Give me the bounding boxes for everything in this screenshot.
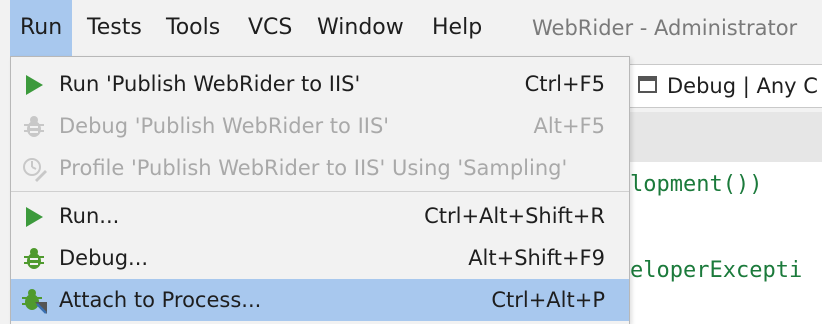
menu-item-shortcut: Alt+F5	[533, 114, 605, 138]
menu-window[interactable]: Window	[307, 0, 414, 56]
menu-vcs[interactable]: VCS	[238, 0, 302, 56]
menu-item-debug-publish[interactable]: Debug 'Publish WebRider to IIS' Alt+F5	[11, 105, 629, 147]
attach-process-icon	[22, 289, 47, 314]
run-configuration-selector[interactable]: Debug | Any C	[628, 64, 822, 108]
menu-item-label: Run...	[59, 204, 120, 228]
code-line-1: lopment())	[630, 172, 763, 197]
menu-item-shortcut: Alt+Shift+F9	[468, 246, 605, 270]
menu-item-label: Profile 'Publish WebRider to IIS' Using …	[59, 156, 568, 180]
run-triangle-icon	[26, 75, 43, 95]
menu-help[interactable]: Help	[422, 0, 492, 56]
menu-item-label: Debug...	[59, 246, 149, 270]
menu-item-label: Debug 'Publish WebRider to IIS'	[59, 114, 390, 138]
menu-item-run[interactable]: Run... Ctrl+Alt+Shift+R	[11, 195, 629, 237]
menu-item-shortcut: Ctrl+Alt+P	[491, 288, 605, 312]
run-triangle-icon	[26, 207, 43, 227]
menu-item-shortcut: Ctrl+F5	[524, 72, 605, 96]
code-line-2: eloperExcepti	[630, 258, 803, 283]
editor-tab-strip	[610, 112, 822, 163]
menu-tools[interactable]: Tools	[156, 0, 230, 56]
menu-item-label: Run 'Publish WebRider to IIS'	[59, 72, 361, 96]
menu-item-label: Attach to Process...	[59, 288, 262, 312]
run-menu-dropdown: Run 'Publish WebRider to IIS' Ctrl+F5 De…	[10, 56, 630, 324]
menu-bar: Run Tests Tools VCS Window Help WebRider…	[0, 0, 822, 56]
menu-separator	[11, 191, 629, 192]
menu-item-debug[interactable]: Debug... Alt+Shift+F9	[11, 237, 629, 279]
ide-window: Run Tests Tools VCS Window Help WebRider…	[0, 0, 822, 324]
menu-item-attach-to-process[interactable]: Attach to Process... Ctrl+Alt+P	[11, 279, 629, 321]
profile-icon	[23, 158, 47, 182]
menu-item-profile-publish[interactable]: Profile 'Publish WebRider to IIS' Using …	[11, 147, 629, 189]
menu-item-shortcut: Ctrl+Alt+Shift+R	[424, 204, 605, 228]
menu-item-run-publish[interactable]: Run 'Publish WebRider to IIS' Ctrl+F5	[11, 63, 629, 105]
window-title: WebRider - Administrator	[532, 16, 798, 40]
debug-bug-icon	[24, 116, 44, 137]
configuration-label: Debug | Any C	[667, 74, 818, 98]
menu-tests[interactable]: Tests	[77, 0, 152, 56]
menu-run[interactable]: Run	[10, 0, 73, 56]
configuration-icon	[638, 76, 657, 93]
debug-bug-icon	[24, 248, 44, 269]
